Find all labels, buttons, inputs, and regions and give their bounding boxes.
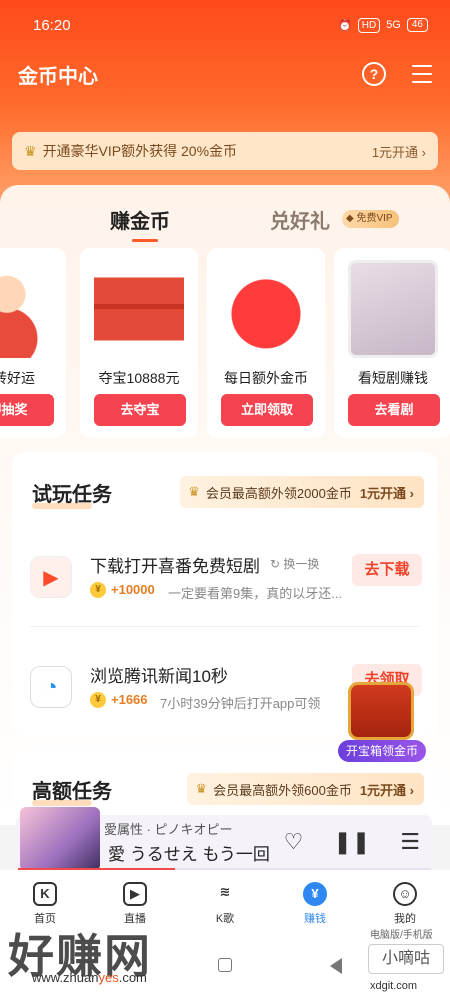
vip-open-button[interactable]: 1元开通 › bbox=[372, 142, 426, 161]
card-label: 神转好运 bbox=[0, 370, 35, 386]
high-vip-promo[interactable]: ♛ 会员最高额外领600金币 1元开通 › bbox=[187, 773, 424, 805]
back-triangle-icon[interactable] bbox=[330, 958, 342, 974]
playlist-icon[interactable]: ☰ bbox=[400, 829, 420, 855]
task-desc: 一定要看第9集，真的以牙还... bbox=[168, 586, 343, 601]
download-button[interactable]: 去下载 bbox=[352, 554, 422, 586]
coin-icon: ¥ bbox=[90, 582, 106, 598]
trial-vip-promo[interactable]: ♛ 会员最高额外领2000金币 1元开通 › bbox=[180, 476, 424, 508]
watermark-url-highlight: yes bbox=[98, 970, 119, 985]
watch-drama-button[interactable]: 去看剧 bbox=[348, 394, 440, 426]
mini-player[interactable]: 愛属性 · ピノキオピー 愛 うるせえ もう一回 ♡ ❚❚ ☰ bbox=[16, 807, 432, 871]
lottery-button[interactable]: 即抽奖 bbox=[0, 394, 54, 426]
help-icon[interactable]: ? bbox=[362, 62, 386, 86]
status-icons: ⏰ HD 5G 46 bbox=[338, 17, 428, 33]
app-header: 金币中心 ? bbox=[0, 52, 450, 96]
album-cover bbox=[20, 807, 100, 871]
pause-icon[interactable]: ❚❚ bbox=[333, 829, 370, 855]
promo-open-button[interactable]: 1元开通 › bbox=[360, 483, 414, 502]
open-chest-label: 开宝箱领金币 bbox=[338, 740, 426, 762]
tab-bar: 赚金币 兑好礼 ◆ 免费VIP bbox=[0, 199, 450, 242]
menu-icon[interactable] bbox=[412, 65, 432, 83]
treasure-button[interactable]: 去夺宝 bbox=[94, 394, 186, 426]
live-video-icon: ▶ bbox=[123, 882, 147, 906]
coin-icon: ¥ bbox=[90, 692, 106, 708]
treasure-chest-image bbox=[94, 260, 184, 358]
profile-icon: ☺ bbox=[393, 882, 417, 906]
fortune-god-image bbox=[0, 260, 52, 358]
vip-banner-text: 开通豪华VIP额外获得 20%金币 bbox=[42, 143, 238, 159]
promo-open-button[interactable]: 1元开通 › bbox=[360, 780, 414, 799]
watermark-right-box: 小嘀咕 bbox=[368, 944, 444, 974]
home-k-icon: K bbox=[33, 882, 57, 906]
carousel-card-short-drama[interactable]: 看短剧赚钱 去看剧 bbox=[334, 248, 450, 438]
home-square-icon[interactable] bbox=[218, 958, 232, 972]
promo-text: 会员最高额外领600金币 bbox=[213, 782, 352, 798]
vip-banner[interactable]: ♛ 开通豪华VIP额外获得 20%金币 1元开通 › bbox=[12, 132, 438, 170]
heart-icon[interactable]: ♡ bbox=[284, 829, 304, 855]
swap-button[interactable]: ↻ 换一换 bbox=[270, 555, 319, 572]
nav-label: 我的 bbox=[394, 913, 416, 925]
xifan-app-icon: ▶ bbox=[30, 556, 72, 598]
status-bar: 16:20 ⏰ HD 5G 46 bbox=[0, 0, 450, 50]
tab-earn-coins[interactable]: 赚金币 bbox=[110, 205, 170, 242]
free-vip-label: 免费VIP bbox=[356, 213, 393, 224]
free-vip-badge: ◆ 免费VIP bbox=[342, 210, 399, 228]
carousel-card-daily-coins[interactable]: 每日额外金币 立即领取 bbox=[207, 248, 325, 438]
tab-redeem-gifts[interactable]: 兑好礼 bbox=[270, 205, 330, 234]
watermark-right-url: xdgit.com bbox=[370, 980, 418, 992]
watermark-url: www.zhuanyes.com bbox=[32, 970, 147, 985]
claim-now-button[interactable]: 立即领取 bbox=[221, 394, 313, 426]
floating-treasure-chest[interactable]: 开宝箱领金币 bbox=[338, 676, 436, 764]
carousel-card-lottery[interactable]: 神转好运 即抽奖 bbox=[0, 248, 66, 438]
divider bbox=[30, 626, 420, 627]
crown-icon: ♛ bbox=[195, 781, 208, 796]
tencent-news-icon: ◔ bbox=[30, 666, 72, 708]
soundwave-icon: ≋ bbox=[219, 884, 231, 899]
status-time: 16:20 bbox=[33, 16, 71, 34]
watermark-url-suffix: .com bbox=[118, 970, 147, 985]
promo-text: 会员最高额外领2000金币 bbox=[205, 485, 352, 501]
section-title: 试玩任务 bbox=[32, 478, 112, 509]
hd-icon: HD bbox=[357, 17, 381, 33]
treasure-chest-icon bbox=[348, 682, 414, 740]
task-reward: +1666 bbox=[111, 692, 148, 707]
task-name: 下载打开喜番免费短剧 bbox=[90, 557, 260, 576]
song-meta: 愛属性 · ピノキオピー bbox=[104, 822, 233, 837]
activity-carousel[interactable]: 神转好运 即抽奖 夺宝10888元 去夺宝 每日额外金币 立即领取 看短剧赚钱 … bbox=[0, 248, 450, 438]
nav-me[interactable]: ☺ 我的 bbox=[360, 870, 450, 930]
section-title: 高额任务 bbox=[32, 775, 112, 806]
nav-label: 赚钱 bbox=[304, 913, 326, 925]
player-controls: ♡ ❚❚ ☰ bbox=[284, 829, 420, 855]
carousel-card-treasure[interactable]: 夺宝10888元 去夺宝 bbox=[80, 248, 198, 438]
card-label: 每日额外金币 bbox=[224, 370, 308, 386]
drama-poster-image bbox=[348, 260, 438, 358]
crown-icon: ♛ bbox=[24, 142, 37, 159]
battery-icon: 46 bbox=[406, 18, 428, 32]
task-item: ▶ 下载打开喜番免费短剧 ↻ 换一换 ¥ +10000 一定要看第9集，真的以牙… bbox=[12, 542, 438, 622]
alarm-icon: ⏰ bbox=[338, 19, 352, 32]
nav-earn[interactable]: ¥ 赚钱 bbox=[270, 870, 360, 930]
crown-icon: ♛ bbox=[188, 484, 200, 499]
gift-box-image bbox=[221, 260, 311, 358]
task-desc: 7小时39分钟后打开app可领 bbox=[160, 696, 321, 711]
yuan-coin-icon: ¥ bbox=[303, 882, 327, 906]
nav-k-song[interactable]: ≋ K歌 bbox=[180, 870, 270, 930]
card-label: 夺宝10888元 bbox=[98, 370, 180, 386]
page-title: 金币中心 bbox=[18, 65, 98, 88]
watermark-url-prefix: www.zhuan bbox=[32, 970, 99, 985]
task-reward: +10000 bbox=[111, 582, 155, 597]
task-name: 浏览腾讯新闻10秒 bbox=[90, 667, 228, 686]
card-label: 看短剧赚钱 bbox=[358, 370, 428, 386]
nav-label: K歌 bbox=[215, 913, 235, 925]
signal-icon: 5G bbox=[386, 19, 401, 31]
song-lyric: 愛 うるせえ もう一回 bbox=[108, 845, 270, 864]
watermark-right-caption: 电脑版/手机版 bbox=[370, 930, 433, 941]
